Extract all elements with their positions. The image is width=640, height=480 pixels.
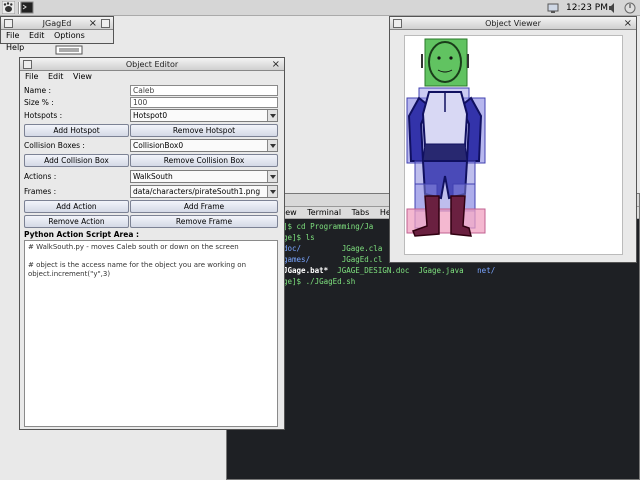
window-menu-icon[interactable] [393, 19, 402, 28]
remove-hotspot-button[interactable]: Remove Hotspot [130, 124, 278, 137]
name-field[interactable]: Caleb [130, 85, 278, 96]
collision-boxes-label: Collision Boxes : [24, 141, 85, 150]
object-preview-canvas[interactable] [404, 35, 623, 255]
terminal-text: JGagEd.cl [310, 255, 383, 264]
menu-options[interactable]: Options [54, 31, 85, 40]
volume-icon[interactable] [607, 2, 619, 14]
terminal-text: net/ [472, 266, 496, 275]
collision-selected-value: CollisionBox0 [133, 141, 184, 150]
remove-frame-button[interactable]: Remove Frame [130, 215, 278, 228]
top-panel: 12:23 PM [0, 0, 640, 16]
close-icon[interactable]: × [624, 18, 632, 29]
hotspots-select[interactable]: Hotspot0 [130, 109, 278, 122]
jgaged-title: JGagEd [42, 19, 72, 28]
terminal-text: ge]$ ./JGagEd.sh [283, 277, 356, 286]
menu-file[interactable]: File [6, 31, 19, 40]
add-frame-button[interactable]: Add Frame [130, 200, 278, 213]
terminal-text: ]$ cd Programming/Ja [283, 222, 374, 231]
remove-action-button[interactable]: Remove Action [24, 215, 129, 228]
jgaged-titlebar[interactable]: JGagEd × [1, 17, 113, 30]
main-menu-icon[interactable] [2, 1, 15, 14]
object-editor-window[interactable]: Object Editor × File Edit View Name : Ca… [19, 57, 285, 430]
size-label: Size % : [24, 98, 54, 107]
editor-menu-file[interactable]: File [25, 72, 38, 81]
add-action-button[interactable]: Add Action [24, 200, 129, 213]
character-sprite [406, 38, 486, 237]
network-icon[interactable] [547, 2, 559, 14]
menu-help[interactable]: Help [6, 43, 24, 52]
editor-title: Object Editor [125, 60, 179, 69]
actions-label: Actions : [24, 172, 57, 181]
script-line: # WalkSouth.py - moves Caleb south or do… [28, 243, 239, 251]
viewer-title: Object Viewer [485, 19, 541, 28]
terminal-text: JGAGE_DESIGN.doc [328, 266, 419, 275]
terminal-launcher-icon[interactable] [20, 1, 34, 15]
collision-boxes-select[interactable]: CollisionBox0 [130, 139, 278, 152]
chevron-down-icon[interactable] [267, 171, 277, 182]
editor-menu-view[interactable]: View [73, 72, 92, 81]
actions-select[interactable]: WalkSouth [130, 170, 278, 183]
script-line: object.increment("y",3) [28, 270, 111, 278]
size-field[interactable]: 100 [130, 97, 278, 108]
maximize-icon[interactable] [101, 19, 110, 28]
terminal-text: games/ [283, 255, 311, 264]
close-icon[interactable]: × [89, 18, 97, 29]
terminal-menu-view[interactable]: iew [283, 208, 297, 217]
terminal-menu-terminal[interactable]: Terminal [307, 208, 341, 217]
name-label: Name : [24, 86, 52, 95]
remove-collision-box-button[interactable]: Remove Collision Box [130, 154, 278, 167]
terminal-menu-tabs[interactable]: Tabs [352, 208, 370, 217]
script-line: # object is the access name for the obje… [28, 261, 247, 269]
frames-select[interactable]: data/characters/pirateSouth1.png [130, 185, 278, 198]
window-menu-icon[interactable] [23, 60, 32, 69]
editor-menu-edit[interactable]: Edit [48, 72, 64, 81]
jgaged-window[interactable]: JGagEd × File Edit Options Help [0, 16, 114, 52]
terminal-text: JGage.bat* [283, 266, 329, 275]
chevron-down-icon[interactable] [267, 140, 277, 151]
terminal-text: ge]$ ls [283, 233, 315, 242]
hotspots-label: Hotspots : [24, 111, 63, 120]
python-script-textarea[interactable]: # WalkSouth.py - moves Caleb south or do… [24, 240, 278, 427]
actions-selected-value: WalkSouth [133, 172, 173, 181]
terminal-text: doc/ [283, 244, 302, 253]
terminal-line: ge]$ ./JGagEd.sh [283, 276, 639, 287]
terminal-line: JGage.bat* JGAGE_DESIGN.doc JGage.java n… [283, 265, 639, 276]
object-viewer-window[interactable]: Object Viewer × [389, 16, 637, 263]
frames-label: Frames : [24, 187, 57, 196]
terminal-text: JGage.java [418, 266, 473, 275]
jgaged-menubar: File Edit Options Help [1, 30, 113, 52]
hotspots-selected-value: Hotspot0 [133, 111, 168, 120]
chevron-down-icon[interactable] [267, 110, 277, 121]
add-collision-box-button[interactable]: Add Collision Box [24, 154, 129, 167]
close-icon[interactable]: × [272, 59, 280, 70]
viewer-titlebar[interactable]: Object Viewer × [390, 17, 636, 30]
terminal-text: JGage.cla [301, 244, 383, 253]
printer-icon[interactable] [54, 44, 84, 56]
editor-titlebar[interactable]: Object Editor × [20, 58, 284, 71]
frames-selected-value: data/characters/pirateSouth1.png [133, 187, 261, 196]
panel-clock[interactable]: 12:23 PM [566, 3, 608, 13]
editor-menubar: File Edit View [20, 71, 284, 83]
chevron-down-icon[interactable] [267, 186, 277, 197]
window-menu-icon[interactable] [4, 19, 13, 28]
logout-icon[interactable] [624, 2, 636, 14]
script-line [28, 252, 274, 261]
add-hotspot-button[interactable]: Add Hotspot [24, 124, 129, 137]
menu-edit[interactable]: Edit [29, 31, 45, 40]
